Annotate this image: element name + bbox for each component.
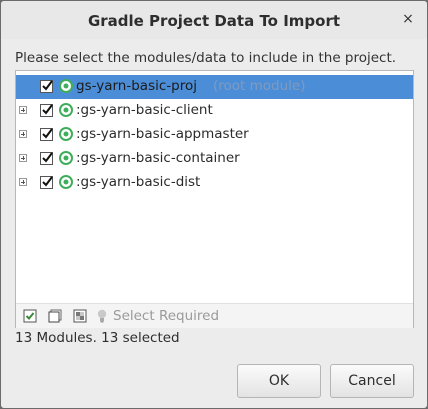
expand-icon[interactable] (19, 130, 27, 138)
close-icon[interactable]: × (401, 12, 415, 26)
module-checkbox[interactable] (40, 104, 53, 117)
title-bar: Gradle Project Data To Import × (1, 1, 427, 39)
module-checkbox[interactable] (40, 152, 53, 165)
tree-row-container[interactable]: :gs-yarn-basic-container (16, 147, 413, 171)
module-tree: gs-yarn-basic-proj (root module) :gs-yar… (15, 70, 414, 328)
expand-icon[interactable] (19, 106, 27, 114)
ok-button[interactable]: OK (237, 364, 321, 398)
module-checkbox[interactable] (40, 128, 53, 141)
invert-selection-icon[interactable] (73, 309, 87, 323)
module-checkbox[interactable] (40, 80, 53, 93)
import-dialog: Gradle Project Data To Import × Please s… (1, 1, 427, 408)
tree-row-root[interactable]: gs-yarn-basic-proj (root module) (16, 75, 413, 99)
instruction-text: Please select the modules/data to includ… (15, 50, 397, 66)
expand-icon[interactable] (19, 154, 27, 162)
root-module-suffix: (root module) (213, 78, 306, 94)
lightbulb-icon (97, 309, 107, 323)
unselect-all-icon[interactable] (48, 309, 62, 323)
tree-row-client[interactable]: :gs-yarn-basic-client (16, 99, 413, 123)
select-all-icon[interactable] (23, 309, 37, 323)
gradle-module-icon (59, 175, 73, 189)
gradle-module-icon (59, 103, 73, 117)
module-checkbox[interactable] (40, 176, 53, 189)
gradle-module-icon (59, 151, 73, 165)
tree-row-dist[interactable]: :gs-yarn-basic-dist (16, 171, 413, 195)
expand-icon[interactable] (19, 178, 27, 186)
dialog-title: Gradle Project Data To Import (87, 12, 341, 30)
selection-status: 13 Modules. 13 selected (15, 330, 180, 346)
gradle-module-icon (59, 127, 73, 141)
cancel-button[interactable]: Cancel (330, 364, 414, 398)
gradle-module-icon (59, 79, 73, 93)
module-name: :gs-yarn-basic-container (76, 150, 240, 166)
tree-row-appmaster[interactable]: :gs-yarn-basic-appmaster (16, 123, 413, 147)
module-name: :gs-yarn-basic-appmaster (76, 126, 249, 142)
select-required-button[interactable]: Select Required (113, 308, 219, 324)
module-name: gs-yarn-basic-proj (76, 78, 197, 94)
module-name: :gs-yarn-basic-dist (76, 174, 201, 190)
tree-toolbar: Select Required (16, 303, 413, 328)
module-name: :gs-yarn-basic-client (76, 102, 213, 118)
